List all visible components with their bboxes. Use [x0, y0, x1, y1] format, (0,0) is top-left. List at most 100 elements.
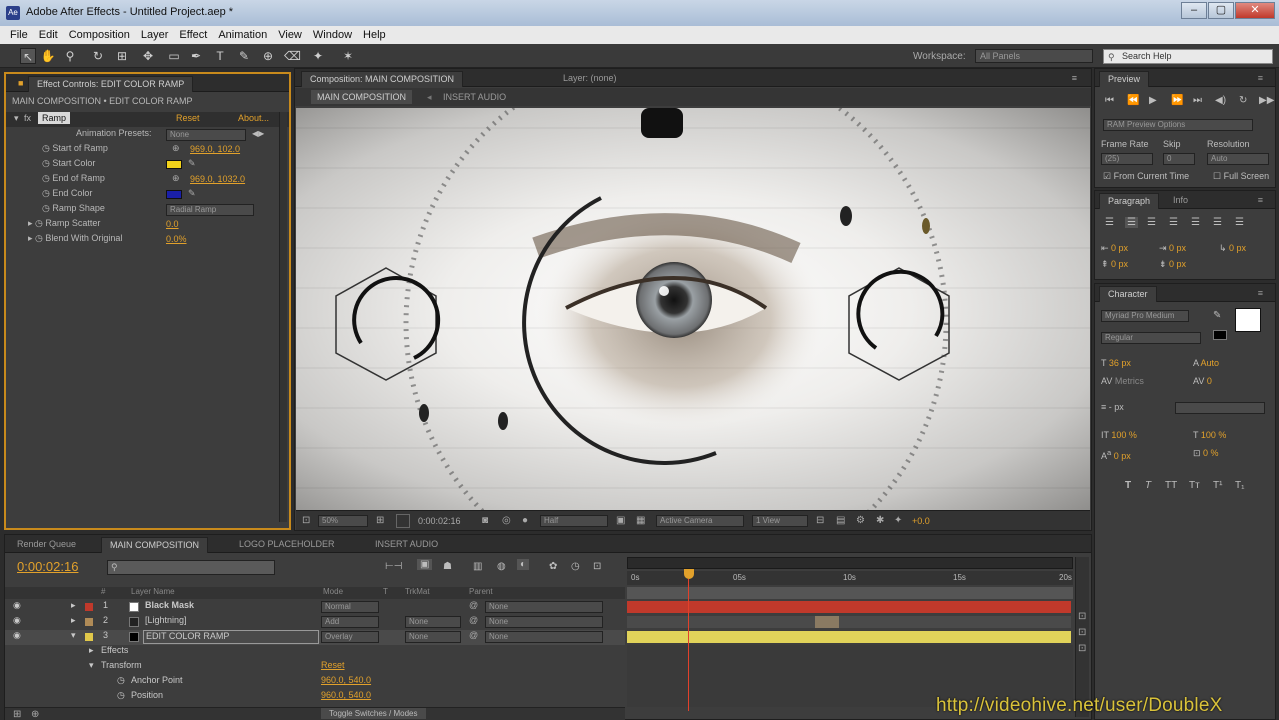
- fill-color-swatch[interactable]: [1235, 308, 1261, 332]
- tracking-field[interactable]: AV 0: [1193, 376, 1212, 386]
- layer-switches-icon[interactable]: ⊞: [13, 709, 21, 720]
- comp-button-icon[interactable]: ⊡: [1078, 627, 1086, 638]
- layer-trkmat-select[interactable]: None: [405, 616, 461, 628]
- fast-previews-icon[interactable]: ▤: [836, 515, 845, 526]
- expand-triangle-icon[interactable]: ▾: [89, 660, 94, 671]
- stroke-style-select[interactable]: [1175, 402, 1265, 414]
- layer-name[interactable]: Black Mask: [145, 600, 194, 610]
- transform-group-row[interactable]: ▾ Transform Reset: [5, 660, 625, 675]
- ramp-scatter-value[interactable]: 0.0: [166, 219, 179, 229]
- indent-right-value[interactable]: 0 px: [1169, 243, 1186, 253]
- frame-blending-icon[interactable]: ▥: [473, 561, 482, 572]
- transform-reset-link[interactable]: Reset: [321, 660, 345, 670]
- transparency-grid-icon[interactable]: ▦: [636, 515, 645, 526]
- horizontal-scale-value[interactable]: 100 %: [1201, 430, 1227, 440]
- tab-layer[interactable]: Layer: (none): [555, 71, 625, 87]
- ramp-shape-select[interactable]: Radial Ramp: [166, 204, 254, 216]
- menu-effect[interactable]: Effect: [179, 29, 207, 41]
- kerning-field[interactable]: AV Metrics: [1101, 376, 1144, 386]
- kerning-value[interactable]: Metrics: [1115, 376, 1144, 386]
- tab-effect-controls[interactable]: Effect Controls: EDIT COLOR RAMP: [28, 76, 194, 92]
- panel-menu-icon[interactable]: ≡: [1250, 286, 1271, 302]
- font-size-field[interactable]: T 36 px: [1101, 358, 1131, 368]
- justify-center-icon[interactable]: ☰: [1191, 217, 1200, 228]
- menu-animation[interactable]: Animation: [218, 29, 267, 41]
- leading-value[interactable]: Auto: [1201, 358, 1220, 368]
- tab-render-queue[interactable]: Render Queue: [9, 537, 84, 553]
- end-of-ramp-value[interactable]: 969.0, 1032.0: [190, 174, 245, 184]
- subtab-main-composition[interactable]: MAIN COMPOSITION: [311, 90, 413, 104]
- menu-composition[interactable]: Composition: [69, 29, 130, 41]
- expand-triangle-icon[interactable]: ▸: [28, 233, 35, 243]
- expand-triangle-icon[interactable]: ▸: [71, 600, 76, 611]
- indent-right-field[interactable]: ⇥ 0 px: [1159, 243, 1186, 254]
- ram-preview-icon[interactable]: ▶▶: [1259, 95, 1274, 106]
- tracking-value[interactable]: 0: [1207, 376, 1212, 386]
- timeline-search-input[interactable]: ⚲: [107, 560, 275, 575]
- effect-controls-scrollbar[interactable]: [279, 112, 287, 522]
- resolution-select[interactable]: Half: [540, 515, 608, 527]
- stopwatch-icon[interactable]: ◷: [35, 233, 45, 243]
- effect-about-link[interactable]: About...: [238, 113, 269, 123]
- start-color-swatch[interactable]: [166, 160, 182, 169]
- flowchart-icon[interactable]: ✱: [876, 515, 884, 526]
- end-color-swatch[interactable]: [166, 190, 182, 199]
- tab-paragraph[interactable]: Paragraph: [1099, 193, 1160, 209]
- tab-info[interactable]: Info: [1165, 193, 1196, 209]
- audio-icon[interactable]: ◀): [1215, 95, 1226, 106]
- panel-menu-icon[interactable]: ≡: [1250, 193, 1271, 209]
- crosshair-icon[interactable]: ⊕: [172, 173, 180, 184]
- layer-duration-bar[interactable]: [627, 631, 1071, 643]
- effects-group-row[interactable]: ▸ Effects: [5, 645, 625, 660]
- tab-insert-audio[interactable]: INSERT AUDIO: [367, 537, 446, 553]
- eraser-tool-icon[interactable]: ⌫: [284, 48, 301, 64]
- rotate-tool-icon[interactable]: ↻: [90, 48, 106, 64]
- footer-timecode[interactable]: 0:00:02:16: [418, 516, 461, 526]
- ram-preview-options-select[interactable]: RAM Preview Options: [1103, 119, 1253, 131]
- comp-button-icon[interactable]: ⊡: [1078, 643, 1086, 654]
- subtab-insert-audio[interactable]: INSERT AUDIO: [443, 92, 506, 102]
- col-layer-name[interactable]: Layer Name: [131, 587, 175, 596]
- next-frame-icon[interactable]: ⏩: [1171, 95, 1183, 106]
- stopwatch-icon[interactable]: ◷: [42, 203, 52, 213]
- comp-mini-flowchart-icon[interactable]: ⊢⊣: [385, 561, 402, 572]
- crosshair-icon[interactable]: ⊕: [172, 143, 180, 154]
- layer-parent-select[interactable]: None: [485, 631, 603, 643]
- close-button[interactable]: ✕: [1235, 2, 1275, 19]
- expand-triangle-icon[interactable]: ▾: [14, 113, 19, 124]
- playhead-handle[interactable]: [684, 569, 694, 579]
- anchor-point-value[interactable]: 960.0, 540.0: [321, 675, 371, 685]
- type-tool-icon[interactable]: T: [212, 48, 228, 64]
- blend-with-original-value[interactable]: 0.0%: [166, 234, 187, 244]
- layer-label-color[interactable]: [85, 618, 93, 626]
- layer-mode-select[interactable]: Add: [321, 616, 379, 628]
- leading-field[interactable]: A Auto: [1193, 358, 1219, 368]
- baseline-shift-value[interactable]: 0 px: [1114, 451, 1131, 461]
- vertical-scale-value[interactable]: 100 %: [1111, 430, 1137, 440]
- zoom-tool-icon[interactable]: ⚲: [62, 48, 78, 64]
- layer-row[interactable]: ◉ ▸ 2 [Lightning] Add None @ None: [5, 615, 625, 630]
- faux-italic-icon[interactable]: T: [1145, 480, 1151, 491]
- maximize-button[interactable]: ▢: [1208, 2, 1234, 19]
- stroke-color-swatch[interactable]: [1213, 330, 1227, 340]
- small-caps-icon[interactable]: Tᴛ: [1189, 480, 1200, 491]
- show-snapshot-icon[interactable]: ◎: [502, 515, 511, 526]
- subscript-icon[interactable]: T₁: [1235, 480, 1244, 491]
- hide-shy-icon[interactable]: ☗: [443, 561, 452, 572]
- stroke-width-value[interactable]: - px: [1109, 402, 1124, 412]
- superscript-icon[interactable]: T¹: [1213, 480, 1222, 491]
- stopwatch-icon[interactable]: ◷: [117, 690, 125, 701]
- timeline-timecode[interactable]: 0:00:02:16: [17, 559, 78, 574]
- layer-duration-bar[interactable]: [627, 601, 1071, 613]
- full-screen-checkbox[interactable]: ☐ Full Screen: [1213, 171, 1269, 182]
- draft-3d-icon[interactable]: ▣: [417, 559, 433, 570]
- playhead-line[interactable]: [688, 579, 689, 711]
- preset-arrows-icon[interactable]: ◀▶: [252, 129, 264, 138]
- layer-name[interactable]: [Lightning]: [145, 615, 187, 625]
- tsume-field[interactable]: ⊡ 0 %: [1193, 448, 1219, 459]
- resolution-select[interactable]: Auto: [1207, 153, 1269, 165]
- expand-triangle-icon[interactable]: ▸: [28, 218, 35, 228]
- layer-label-color[interactable]: [85, 603, 93, 611]
- font-size-value[interactable]: 36 px: [1109, 358, 1131, 368]
- visibility-eye-icon[interactable]: ◉: [13, 630, 21, 641]
